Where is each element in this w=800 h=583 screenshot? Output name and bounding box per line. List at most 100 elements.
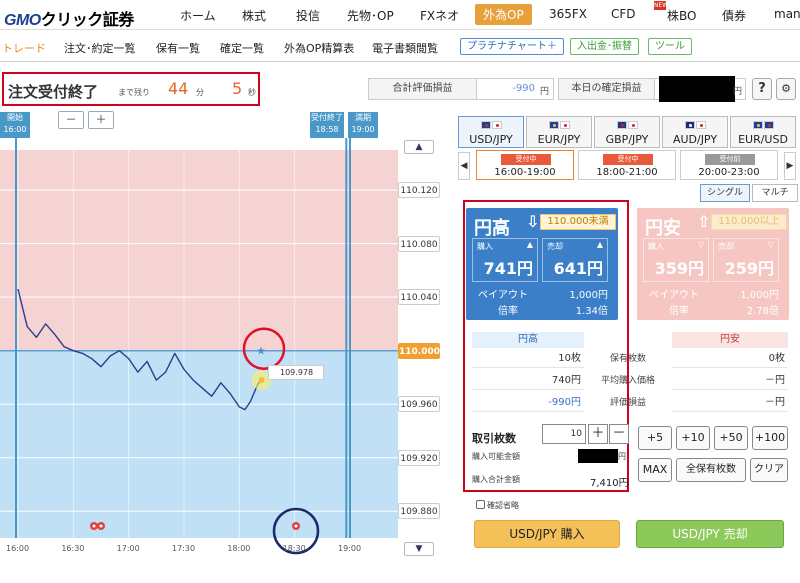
session-next-button[interactable]: ▶ xyxy=(784,152,796,180)
gmo-logo[interactable]: GMOクリック証券 xyxy=(4,6,134,30)
subnav-settled[interactable]: 確定一覧 xyxy=(220,40,264,56)
x-tick-label: 18:00 xyxy=(227,544,251,553)
help-icon[interactable]: ? xyxy=(752,78,772,100)
pair-tab-usd-jpy[interactable]: USD/JPY xyxy=(458,116,524,148)
y-tick-label: 110.080 xyxy=(398,235,440,252)
subnav-orders[interactable]: 注文･約定一覧 xyxy=(64,40,136,56)
subnav-holdings[interactable]: 保有一覧 xyxy=(156,40,200,56)
yen-up-card[interactable]: 円高 ⇩ 110.000未満 購入 ▲ 741円 売却 ▲ 641円 ペイアウト… xyxy=(466,208,618,320)
confirm-skip-checkbox[interactable]: 確認省略 xyxy=(476,500,519,511)
session-1[interactable]: 受付中 16:00-19:00 xyxy=(476,150,574,180)
pair-tab-label: EUR/USD xyxy=(738,133,788,146)
nav-funds[interactable]: 投信 xyxy=(296,7,320,24)
zoom-out-button[interactable]: － xyxy=(58,111,84,129)
us-flag-icon xyxy=(481,121,491,129)
trade-pin-center xyxy=(294,524,298,528)
tools-button[interactable]: ツール xyxy=(648,38,692,55)
nav-home[interactable]: ホーム xyxy=(180,7,216,24)
platinum-chart-button[interactable]: プラチナチャート＋ xyxy=(460,38,564,55)
tab-multi[interactable]: マルチ xyxy=(752,184,798,202)
checkbox-icon[interactable] xyxy=(476,500,485,509)
triangle-up-icon: ▲ xyxy=(526,240,533,249)
down-arrow-icon: ⇩ xyxy=(526,212,540,231)
sub-nav: トレード 注文･約定一覧 保有一覧 確定一覧 外為OP精算表 電子書類閲覧 プラ… xyxy=(0,30,800,62)
today-realized-pl: 本日の確定損益 円 xyxy=(558,76,746,102)
deposit-transfer-button[interactable]: 入出金･振替 xyxy=(570,38,639,55)
add-10-button[interactable]: +10 xyxy=(676,426,710,450)
up-buy-price[interactable]: 購入 ▲ 741円 xyxy=(472,238,538,282)
upper-zone xyxy=(0,150,398,351)
nav-more[interactable]: manc xyxy=(774,7,800,21)
nav-bonds[interactable]: 債券 xyxy=(722,7,746,24)
total-value: 7,410円 xyxy=(590,478,629,489)
nav-fx-options[interactable]: 外為OP xyxy=(475,4,532,25)
flag-emblem xyxy=(553,124,556,127)
pair-tab-aud-jpy[interactable]: AUD/JPY xyxy=(662,116,728,148)
yen-down-card[interactable]: 円安 ⇧ 110.000以上 購入 ▽ 359円 売却 ▽ 259円 ペイアウト… xyxy=(637,208,789,320)
realized-pl-label: 本日の確定損益 xyxy=(559,79,655,99)
session-prev-button[interactable]: ◀ xyxy=(458,152,470,180)
flag-emblem xyxy=(757,124,760,127)
threshold-badge: 110.000以上 xyxy=(711,214,787,230)
jp-flag-icon xyxy=(628,121,638,129)
pair-tab-label: USD/JPY xyxy=(469,133,513,146)
up-sell-price[interactable]: 売却 ▲ 641円 xyxy=(542,238,608,282)
add-100-button[interactable]: +100 xyxy=(752,426,788,450)
tab-single[interactable]: シングル xyxy=(700,184,750,202)
position-down-avg: －円 xyxy=(672,372,788,390)
subnav-statement[interactable]: 外為OP精算表 xyxy=(284,40,354,56)
all-positions-button[interactable]: 全保有枚数 xyxy=(676,458,746,482)
nav-fx-neo[interactable]: FXネオ xyxy=(420,7,459,24)
nav-cfd[interactable]: CFD xyxy=(611,7,636,21)
qty-minus-button[interactable]: － xyxy=(609,424,629,444)
max-button[interactable]: MAX xyxy=(638,458,672,482)
subnav-documents[interactable]: 電子書類閲覧 xyxy=(372,40,438,56)
add-5-button[interactable]: +5 xyxy=(638,426,672,450)
unrealized-pl-value: -990 xyxy=(512,83,535,94)
nav-futures-options[interactable]: 先物･OP xyxy=(347,7,394,24)
pair-tab-gbp-jpy[interactable]: GBP/JPY xyxy=(594,116,660,148)
down-buy-price[interactable]: 購入 ▽ 359円 xyxy=(643,238,709,282)
qty-input[interactable]: 10 xyxy=(542,424,586,444)
subnav-trade[interactable]: トレード xyxy=(2,40,46,56)
flag-emblem xyxy=(689,124,692,127)
x-tick-label: 16:30 xyxy=(61,544,85,553)
total-label: 購入合計金額 xyxy=(472,475,520,484)
flag-icon xyxy=(481,121,503,131)
scroll-down-button[interactable]: ▼ xyxy=(404,542,434,556)
x-tick-label: 19:00 xyxy=(338,544,362,553)
nav-stock-bo[interactable]: 株BO xyxy=(667,7,696,24)
zoom-in-button[interactable]: ＋ xyxy=(88,111,114,129)
qty-label: 取引枚数 xyxy=(472,432,516,445)
position-label-avg: 平均購入価格 xyxy=(600,376,655,386)
scroll-up-button[interactable]: ▲ xyxy=(404,140,434,154)
position-up-qty: 10枚 xyxy=(472,350,584,368)
pair-tab-eur-jpy[interactable]: EUR/JPY xyxy=(526,116,592,148)
session-2[interactable]: 受付中 18:00-21:00 xyxy=(578,150,676,180)
y-tick-label: 109.920 xyxy=(398,449,440,466)
position-table: 円高 円安 10枚 保有枚数 0枚 740円 平均購入価格 －円 -990円 評… xyxy=(472,332,788,418)
nav-365fx[interactable]: 365FX xyxy=(549,7,587,21)
buy-button[interactable]: USD/JPY 購入 xyxy=(474,520,620,548)
expiry-marker: 満期 19:00 xyxy=(348,112,378,138)
position-head-up: 円高 xyxy=(472,332,584,348)
current-price-dot xyxy=(258,377,265,384)
trade-panel: USD/JPY EUR/JPY GBP/JPY AUD/JPY EUR/USD ◀ 受付… xyxy=(458,108,800,578)
jp-flag-icon xyxy=(560,121,570,129)
gear-icon[interactable]: ⚙ xyxy=(776,78,796,100)
session-3[interactable]: 受付前 20:00-23:00 xyxy=(680,150,778,180)
clear-button[interactable]: クリア xyxy=(750,458,788,482)
redacted-available xyxy=(578,449,618,463)
sell-button[interactable]: USD/JPY 売却 xyxy=(636,520,784,548)
countdown-minutes: 44 xyxy=(168,79,189,98)
pair-tab-eur-usd[interactable]: EUR/USD xyxy=(730,116,796,148)
lower-zone xyxy=(0,350,398,538)
chart-canvas: ★ xyxy=(0,138,398,555)
nav-stocks[interactable]: 株式 xyxy=(242,7,266,24)
down-payout-row: ペイアウト 1,000円 xyxy=(649,290,779,301)
y-tick-label: 109.880 xyxy=(398,503,440,520)
down-sell-price[interactable]: 売却 ▽ 259円 xyxy=(713,238,779,282)
add-50-button[interactable]: +50 xyxy=(714,426,748,450)
qty-plus-button[interactable]: ＋ xyxy=(588,424,608,444)
top-nav: GMOクリック証券 ホーム 株式 投信 先物･OP FXネオ 外為OP 365F… xyxy=(0,0,800,30)
